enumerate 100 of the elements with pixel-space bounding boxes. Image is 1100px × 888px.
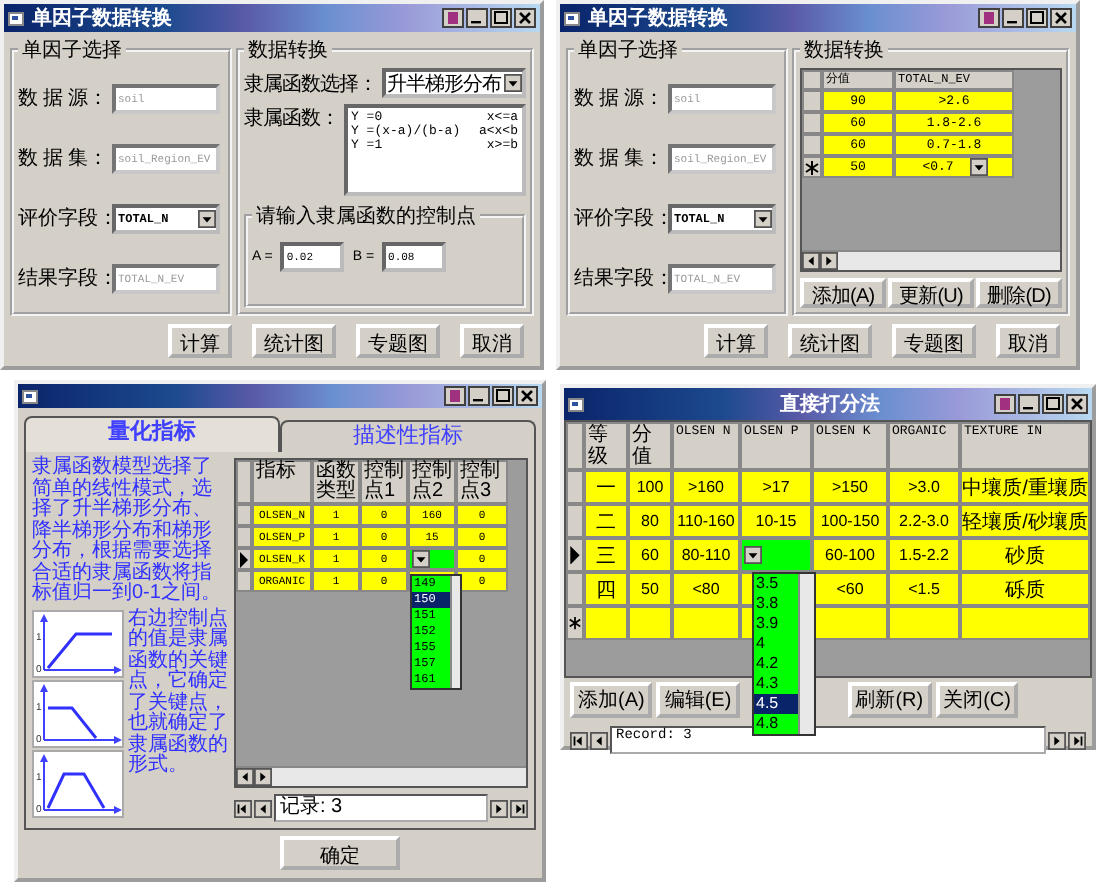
close-button[interactable] [1050,8,1072,28]
previous-record-icon[interactable] [254,799,272,817]
scroll-right-icon[interactable] [820,252,838,270]
column-header[interactable]: 等级 [584,422,628,470]
field-label: 数 据 集： [18,146,110,172]
table-cell: 1.5-2.2 [888,538,960,572]
list-option[interactable]: 4.3 [754,674,798,694]
membership-line [48,705,98,738]
table-cell: 80 [628,504,672,538]
grid-button[interactable]: 添加(A) [570,682,653,718]
row-indicator[interactable] [236,548,252,570]
scroll-right-icon[interactable] [254,768,272,786]
first-record-icon[interactable] [234,799,252,817]
column-header[interactable]: 函数类型 [312,460,360,504]
column-header[interactable]: 控制点3 [456,460,508,504]
next-record-icon[interactable] [1048,731,1066,749]
previous-record-icon[interactable] [590,731,608,749]
scroll-left-icon[interactable] [802,252,820,270]
last-record-icon[interactable] [510,799,528,817]
maximize-button[interactable] [492,386,514,406]
window-title: 直接打分法 [778,391,882,418]
description-text: 隶属函数模型选择了简单的线性模式，选择了升半梯形分布、降半梯形分布和梯形分布，根据需要选择合适的隶属函数将指标值归一到0-1之间。 [32,458,223,605]
table-cell: 砾质 [960,572,1090,606]
column-header[interactable]: 指标 [252,460,312,504]
ok-button[interactable]: 确定 [280,836,400,870]
grid-button[interactable]: 编辑(E) [656,682,740,718]
table-cell: 10-15 [740,504,812,538]
table-cell: 110-160 [672,504,740,538]
table-cell: 砂质 [960,538,1090,572]
row-indicator[interactable] [566,538,584,572]
grid-button[interactable]: 更新(U) [888,278,974,308]
row-indicator[interactable] [802,156,822,178]
header-corner [802,70,822,90]
grid-button[interactable]: 刷新(R) [847,682,932,718]
table-cell: >160 [672,470,740,504]
field-label: 隶属函数： [244,105,339,132]
close-button[interactable] [516,386,538,406]
vertical-scrollbar[interactable] [798,574,814,734]
list-option[interactable]: 3.9 [754,614,798,634]
column-header[interactable]: 控制点1 [360,460,408,504]
table-cell: 三 [584,538,628,572]
dialog-button[interactable]: 统计图 [788,324,872,358]
dropdown[interactable]: 升半梯形分布 [381,68,526,98]
first-record-icon[interactable] [570,731,588,749]
help-button[interactable] [442,8,464,28]
close-button[interactable] [514,8,536,28]
field-label: 数 据 源： [574,86,666,112]
table-cell: >150 [812,470,888,504]
column-header[interactable]: 分值 [628,422,672,470]
minimize-button[interactable] [1002,8,1024,28]
grid-button[interactable]: 添加(A) [800,278,886,308]
close-button[interactable] [1066,394,1088,414]
app-icon [22,387,40,405]
vertical-scrollbar[interactable] [450,576,460,688]
table-cell: 二 [584,504,628,538]
table-cell: 四 [584,572,628,606]
tab[interactable]: 描述性指标 [280,420,536,452]
combo-cell[interactable] [408,548,456,570]
list-option[interactable]: 3.8 [754,594,798,614]
help-button[interactable] [444,386,466,406]
field-label: 结果字段： [18,265,110,292]
table-cell: >3.0 [888,470,960,504]
dialog-button[interactable]: 专题图 [356,324,440,358]
maximize-button[interactable] [1026,8,1048,28]
help-button[interactable] [978,8,1000,28]
horizontal-scrollbar[interactable] [802,250,1060,270]
dialog-button[interactable]: 取消 [996,324,1060,358]
grid-button[interactable]: 关闭(C) [935,682,1019,718]
table-cell: <80 [672,572,740,606]
dialog-button[interactable]: 取消 [460,324,524,358]
minimize-button[interactable] [466,8,488,28]
maximize-button[interactable] [1042,394,1064,414]
list-option[interactable]: 4.5 [754,694,798,714]
group-title: 数据转换 [802,38,886,64]
asterisk-icon [804,159,820,175]
combo-cell[interactable] [740,538,812,572]
membership-line [46,631,112,668]
minimize-button[interactable] [468,386,490,406]
dialog-button[interactable]: 专题图 [892,324,976,358]
horizontal-scrollbar[interactable] [236,766,526,786]
maximize-button[interactable] [490,8,512,28]
scroll-left-icon[interactable] [236,768,254,786]
minimize-button[interactable] [1018,394,1040,414]
tab[interactable]: 量化指标 [24,416,280,452]
table-cell: 100-150 [812,504,888,538]
list-option[interactable]: 3.5 [754,574,798,594]
dialog-button[interactable]: 统计图 [252,324,336,358]
list-option[interactable]: 4 [754,634,798,654]
list-option[interactable]: 4.2 [754,654,798,674]
table-cell: 80-110 [672,538,740,572]
grid-button[interactable]: 删除(D) [976,278,1062,308]
dialog-button[interactable]: 计算 [704,324,768,358]
dialog-button[interactable]: 计算 [168,324,232,358]
row-indicator[interactable] [566,606,584,640]
table-cell: 轻壤质/砂壤质 [960,504,1090,538]
column-header[interactable]: 控制点2 [408,460,456,504]
next-record-icon[interactable] [490,799,508,817]
table-cell: <60 [812,572,888,606]
help-button[interactable] [994,394,1016,414]
last-record-icon[interactable] [1068,731,1086,749]
